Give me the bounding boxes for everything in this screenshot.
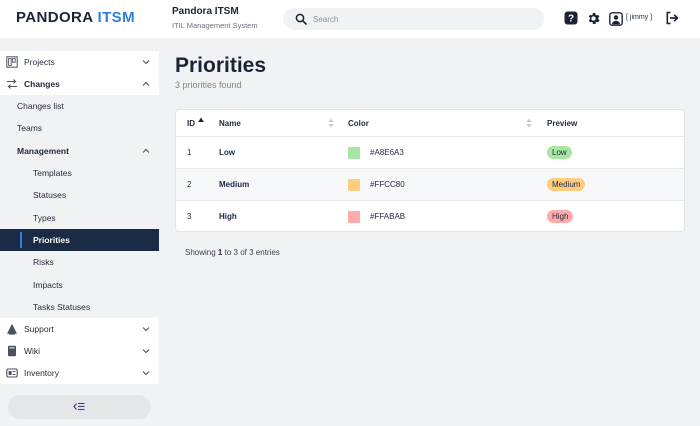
sidebar-item-label: Teams	[17, 123, 43, 133]
cell-name[interactable]: Low	[219, 137, 235, 168]
logout-icon[interactable]	[665, 11, 679, 25]
sort-icon[interactable]	[328, 118, 334, 128]
color-swatch	[348, 147, 360, 159]
app-title: Pandora ITSM	[172, 6, 239, 17]
sidebar-item-templates[interactable]: Templates	[0, 162, 159, 184]
chevron-down-icon	[142, 327, 150, 332]
sidebar-item-changes-list[interactable]: Changes list	[0, 95, 159, 117]
user-name[interactable]: [ jimmy ]	[626, 14, 652, 21]
sidebar-item-impacts[interactable]: Impacts	[0, 274, 159, 296]
column-header-preview[interactable]: Preview	[547, 110, 577, 137]
sidebar-item-label: Risks	[33, 257, 54, 267]
sidebar-item-support[interactable]: Support	[0, 318, 159, 340]
sidebar-item-label: Inventory	[24, 368, 59, 378]
search-input[interactable]	[313, 11, 533, 27]
chevron-down-icon	[142, 60, 150, 65]
support-icon	[7, 323, 17, 335]
cell-id: 1	[187, 148, 192, 157]
svg-text:?: ?	[568, 14, 574, 25]
priority-preview-badge: High	[547, 210, 574, 223]
sort-ascending-icon	[198, 117, 205, 122]
sidebar-item-priorities[interactable]: Priorities	[0, 229, 159, 251]
cell-id: 2	[187, 180, 192, 189]
sidebar-item-label: Changes list	[17, 101, 64, 111]
column-header-name[interactable]: Name	[219, 110, 241, 137]
sidebar-item-wiki[interactable]: Wiki	[0, 340, 159, 362]
cell-color: #FFABAB	[370, 212, 406, 221]
chevron-down-icon	[142, 349, 150, 354]
table-row[interactable]: 3 High #FFABAB High	[176, 200, 684, 231]
collapse-menu-icon	[73, 402, 85, 411]
sidebar-item-tasks-statuses[interactable]: Tasks Statuses	[0, 296, 159, 318]
cell-name[interactable]: High	[219, 201, 237, 231]
collapse-sidebar-button[interactable]	[8, 395, 151, 419]
color-swatch	[348, 179, 360, 191]
table-row[interactable]: 2 Medium #FFCC80 Medium	[176, 168, 684, 200]
projects-icon	[6, 56, 18, 68]
sidebar-item-label: Management	[17, 146, 69, 156]
sidebar-item-inventory[interactable]: Inventory	[0, 362, 159, 384]
top-header: PANDORA ITSM Pandora ITSM ITIL Managemen…	[0, 0, 700, 38]
cell-name[interactable]: Medium	[219, 169, 249, 200]
sidebar-item-label: Tasks Statuses	[33, 302, 91, 312]
chevron-down-icon	[142, 371, 150, 376]
search-icon	[295, 13, 307, 25]
sidebar-item-label: Support	[24, 324, 54, 334]
priorities-table: ID Name Color Preview 1 Low #A8E6A3 Low …	[175, 109, 685, 232]
sidebar-item-risks[interactable]: Risks	[0, 251, 159, 273]
sidebar: Projects Changes Changes list Teams Mana…	[0, 38, 159, 426]
priority-preview-badge: Medium	[547, 178, 586, 191]
table-row[interactable]: 1 Low #A8E6A3 Low	[176, 136, 684, 168]
app-subtitle: ITIL Management System	[172, 21, 258, 30]
sidebar-item-label: Wiki	[24, 346, 41, 356]
sidebar-item-types[interactable]: Types	[0, 207, 159, 229]
column-header-color[interactable]: Color	[348, 110, 369, 137]
search-box[interactable]	[283, 8, 544, 30]
sidebar-item-label: Projects	[24, 57, 55, 67]
page-subtitle: 3 priorities found	[175, 80, 242, 90]
active-indicator	[20, 232, 22, 248]
help-icon[interactable]: ?	[564, 11, 578, 25]
priority-preview-badge: Low	[547, 146, 572, 159]
gear-icon[interactable]	[586, 11, 601, 26]
color-swatch	[348, 211, 360, 223]
sidebar-item-label: Priorities	[33, 235, 70, 245]
wiki-icon	[8, 345, 16, 357]
sidebar-item-label: Impacts	[33, 280, 63, 290]
column-header-id[interactable]: ID	[187, 110, 205, 137]
sidebar-item-changes[interactable]: Changes	[0, 73, 159, 95]
sidebar-item-statuses[interactable]: Statuses	[0, 184, 159, 206]
inventory-icon	[6, 368, 18, 378]
sidebar-item-label: Changes	[24, 79, 60, 89]
cell-color: #A8E6A3	[370, 148, 404, 157]
user-icon[interactable]	[609, 11, 623, 27]
changes-icon	[7, 79, 17, 89]
page-title: Priorities	[175, 54, 267, 77]
sidebar-item-management[interactable]: Management	[0, 140, 159, 162]
cell-id: 3	[187, 212, 192, 221]
chevron-up-icon	[142, 81, 150, 86]
sort-icon[interactable]	[526, 118, 532, 128]
table-info: Showing 1 to 3 of 3 entries	[185, 248, 280, 257]
sidebar-item-label: Types	[33, 213, 56, 223]
pandora-logo[interactable]: PANDORA ITSM	[16, 9, 135, 26]
cell-color: #FFCC80	[370, 180, 405, 189]
sidebar-item-label: Statuses	[33, 190, 67, 200]
sidebar-item-teams[interactable]: Teams	[0, 117, 159, 139]
sidebar-item-label: Templates	[33, 168, 72, 178]
chevron-up-icon	[142, 148, 150, 153]
sidebar-item-projects[interactable]: Projects	[0, 51, 159, 73]
